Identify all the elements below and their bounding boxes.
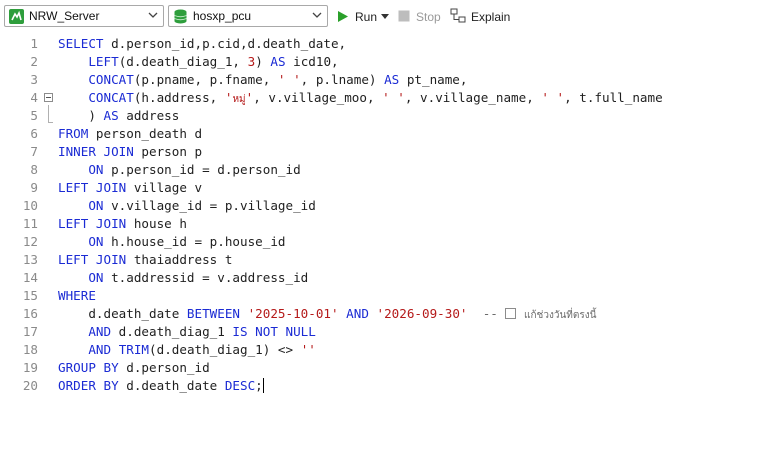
code-line: 10 ON v.village_id = p.village_id <box>0 197 758 215</box>
code-line: 15 WHERE <box>0 287 758 305</box>
line-number: 2 <box>30 54 38 69</box>
comment-fold-icon[interactable] <box>505 308 517 319</box>
connection-label: NRW_Server <box>29 9 100 23</box>
explain-button[interactable]: Explain <box>450 8 512 26</box>
code-line: 7 INNER JOIN person p <box>0 143 758 161</box>
code-line: 19 GROUP BY d.person_id <box>0 359 758 377</box>
sql-editor[interactable]: 1 SELECT d.person_id,p.cid,d.death_date,… <box>0 34 758 474</box>
chevron-down-icon <box>148 12 158 18</box>
code-line: 12 ON h.house_id = p.house_id <box>0 233 758 251</box>
line-number: 15 <box>22 288 38 303</box>
play-icon <box>338 11 348 22</box>
stop-label: Stop <box>416 10 441 24</box>
line-number: 14 <box>22 270 38 285</box>
database-label: hosxp_pcu <box>193 9 252 23</box>
line-number: 8 <box>30 162 38 177</box>
line-number: 11 <box>22 216 38 231</box>
database-icon <box>174 9 187 24</box>
code-line: 2 LEFT(d.death_diag_1, 3) AS icd10, <box>0 53 758 71</box>
code-line: 14 ON t.addressid = v.address_id <box>0 269 758 287</box>
code-line: 1 SELECT d.person_id,p.cid,d.death_date, <box>0 35 758 53</box>
code-line: 20 ORDER BY d.death_date DESC; <box>0 377 758 395</box>
line-number: 16 <box>22 306 38 321</box>
code-line: 5 ) AS address <box>0 107 758 125</box>
run-label: Run <box>355 10 378 24</box>
line-number: 7 <box>30 144 38 159</box>
line-number: 13 <box>22 252 38 267</box>
code-line: 17 AND d.death_diag_1 IS NOT NULL <box>0 323 758 341</box>
fold-toggle-icon[interactable] <box>44 93 53 102</box>
code-line: 16 d.death_date BETWEEN '2025-10-01' AND… <box>0 305 758 323</box>
code-line: 3 CONCAT(p.pname, p.fname, ' ', p.lname)… <box>0 71 758 89</box>
chevron-down-icon <box>312 12 322 18</box>
code-line: 13 LEFT JOIN thaiaddress t <box>0 251 758 269</box>
line-number: 9 <box>30 180 38 195</box>
run-button[interactable]: Run <box>336 8 392 26</box>
line-number: 3 <box>30 72 38 87</box>
comment-text: แก้ช่วงวันที่ตรงนี้ <box>524 310 597 321</box>
connection-select[interactable]: NRW_Server <box>4 5 164 27</box>
caret-down-icon <box>381 14 389 19</box>
database-select[interactable]: hosxp_pcu <box>168 5 328 27</box>
code-line: 9 LEFT JOIN village v <box>0 179 758 197</box>
line-number: 5 <box>30 108 38 123</box>
line-number: 1 <box>30 36 38 51</box>
text-cursor <box>262 378 264 393</box>
connection-icon <box>9 9 24 24</box>
line-number: 6 <box>30 126 38 141</box>
stop-button[interactable]: Stop <box>398 8 442 26</box>
code-line: 11 LEFT JOIN house h <box>0 215 758 233</box>
line-number: 18 <box>22 342 38 357</box>
line-number: 10 <box>22 198 38 213</box>
line-number: 17 <box>22 324 38 339</box>
toolbar: NRW_Server hosxp_pcu Run Stop Explain <box>0 0 758 35</box>
code-line: 4 CONCAT(h.address, 'หมู่', v.village_mo… <box>0 89 758 107</box>
line-number: 12 <box>22 234 38 249</box>
line-number: 4 <box>30 90 38 105</box>
code-line: 6 FROM person_death d <box>0 125 758 143</box>
line-number: 19 <box>22 360 38 375</box>
code-line: 18 AND TRIM(d.death_diag_1) <> '' <box>0 341 758 359</box>
stop-icon <box>398 10 410 22</box>
explain-label: Explain <box>471 10 511 24</box>
explain-icon <box>450 8 466 23</box>
code-line: 8 ON p.person_id = d.person_id <box>0 161 758 179</box>
line-number: 20 <box>22 378 38 393</box>
